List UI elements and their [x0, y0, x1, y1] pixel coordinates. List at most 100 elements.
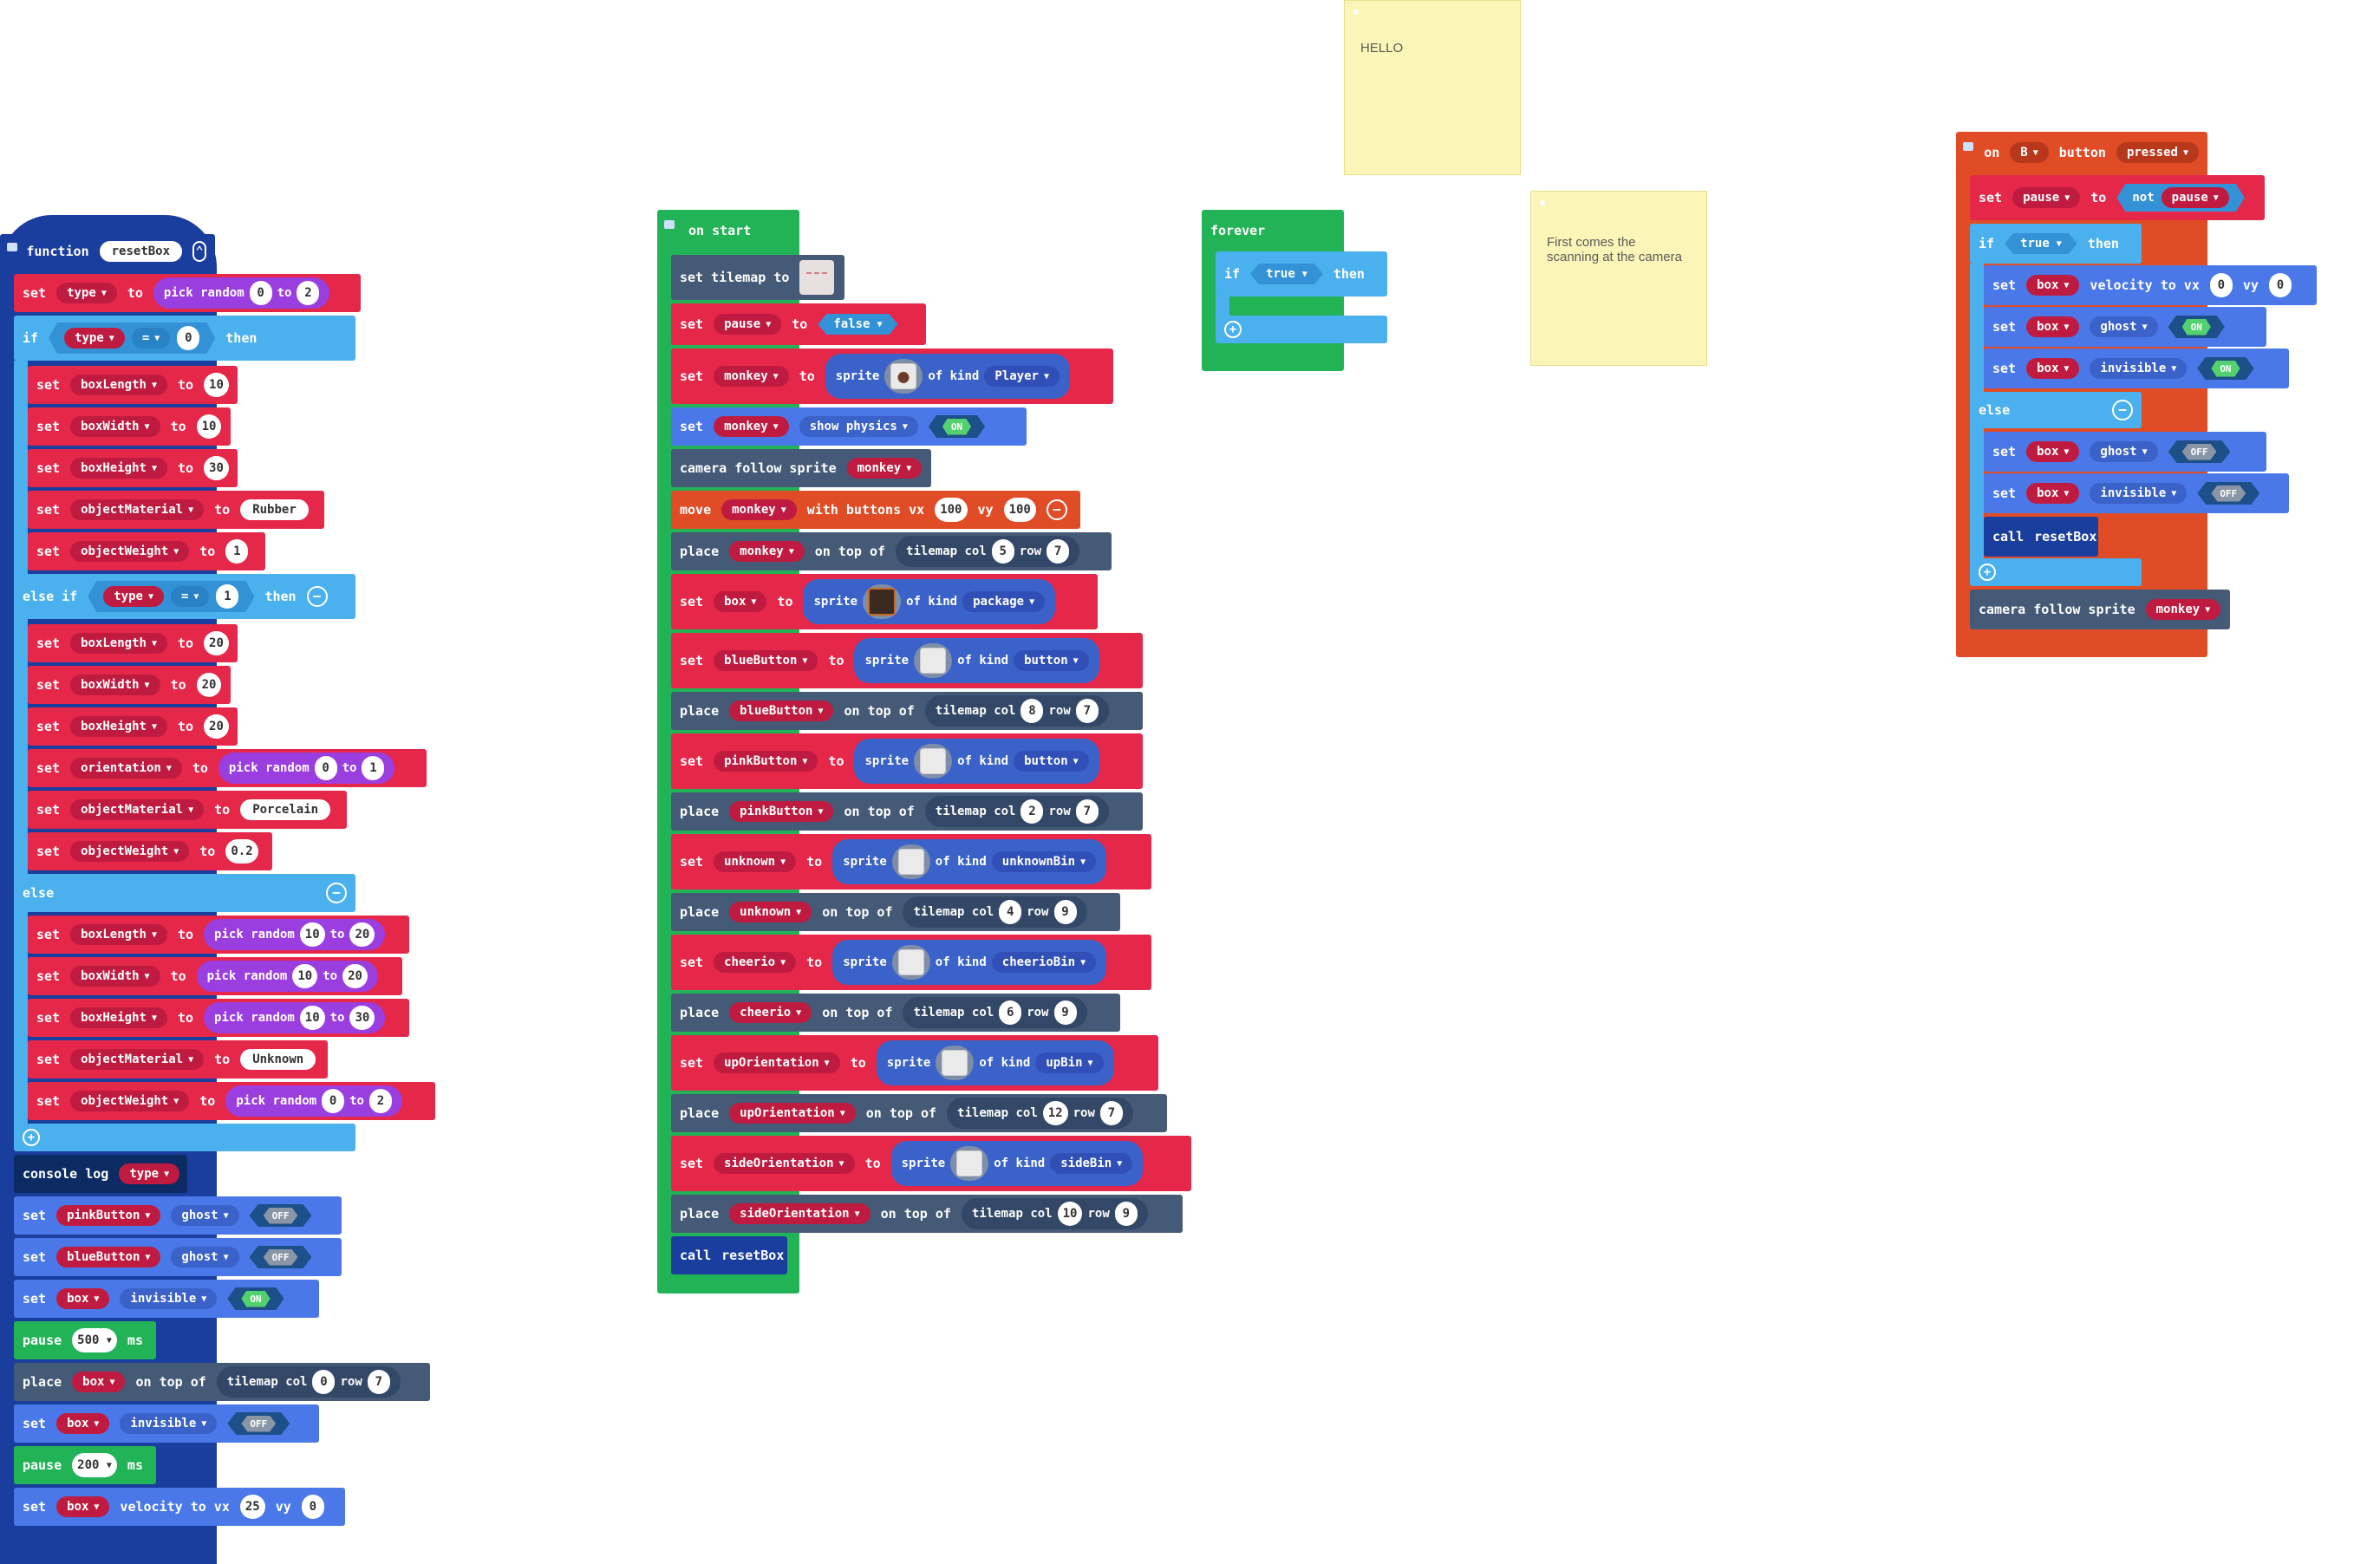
set-objectweight-block[interactable]: set objectWeight ▼ to 1	[28, 532, 265, 570]
set-ghost-block[interactable]: set pinkButton ▼ ghost ▼ OFF	[14, 1196, 342, 1235]
camera-follow-block[interactable]: camera follow sprite monkey ▼	[671, 449, 931, 487]
set-type-block[interactable]: set type ▼ to pick random 0 to 2	[14, 274, 361, 312]
on-button-header[interactable]: on B ▼ button pressed ▼	[1956, 135, 2207, 170]
add-branch-icon[interactable]: +	[23, 1129, 40, 1146]
if-header[interactable]: if true ▼ then	[1970, 224, 2142, 264]
else-header[interactable]: else −	[1970, 392, 2142, 428]
not-block[interactable]: not pause ▼	[2116, 184, 2244, 212]
boolean-dropdown[interactable]: false ▼	[818, 314, 897, 335]
variable-dropdown[interactable]: type ▼	[56, 283, 117, 303]
console-log-block[interactable]: console log type ▼	[14, 1155, 187, 1193]
set-box-sprite-block[interactable]: set box ▼ to sprite of kind package ▼	[671, 574, 1098, 629]
set-objectweight-block[interactable]: set objectWeight ▼ to pick random 0 to 2	[28, 1082, 435, 1120]
remove-branch-icon[interactable]: −	[306, 586, 328, 607]
place-pinkbutton-block[interactable]: place pinkButton ▼ on top of tilemap col 2 row…	[671, 792, 1143, 831]
set-ghost-block[interactable]: set blueButton ▼ ghost ▼ OFF	[14, 1238, 342, 1276]
sticky-note-hello[interactable]: HELLO	[1344, 0, 1521, 175]
if-footer[interactable]: +	[1216, 316, 1387, 343]
comment-icon[interactable]	[1963, 142, 1973, 151]
set-ghost-block[interactable]: set box ▼ ghost ▼ ON	[1984, 307, 2266, 347]
sticky-note-camera[interactable]: First comes the scanning at the camera	[1530, 191, 1707, 366]
else-if-header[interactable]: else if type ▼ = ▼ 1 then −	[14, 574, 355, 619]
on-start-header[interactable]: on start	[657, 213, 799, 248]
camera-follow-block[interactable]: camera follow sprite monkey ▼	[1970, 590, 2230, 629]
if-footer[interactable]: +	[14, 1124, 355, 1151]
toggle-on[interactable]: ON	[227, 1287, 284, 1310]
set-objectmaterial-block[interactable]: set objectMaterial ▼ to Porcelain	[28, 791, 347, 829]
add-branch-icon[interactable]: +	[1224, 321, 1242, 338]
compare-block[interactable]: type ▼ = ▼ 0	[49, 323, 215, 354]
toggle-off[interactable]: OFF	[249, 1204, 312, 1227]
set-sideorientation-block[interactable]: set sideOrientation ▼ to sprite of kind sideBi…	[671, 1136, 1191, 1191]
set-boxlength-block[interactable]: set boxLength ▼ to 10	[28, 366, 238, 404]
pause-block[interactable]: pause 500 ▼ ms	[14, 1321, 156, 1359]
set-boxwidth-block[interactable]: set boxWidth ▼ to pick random 10 to 20	[28, 957, 402, 995]
set-boxwidth-block[interactable]: set boxWidth ▼ to 20	[28, 666, 231, 704]
collapse-icon[interactable]: −	[1046, 499, 1067, 520]
boolean-dropdown[interactable]: true ▼	[1250, 264, 1323, 284]
set-boxheight-block[interactable]: set boxHeight ▼ to 20	[28, 707, 238, 746]
set-bluebutton-block[interactable]: set blueButton ▼ to sprite of kind button ▼	[671, 633, 1143, 688]
if-header[interactable]: if type ▼ = ▼ 0 then	[14, 316, 355, 361]
comment-icon[interactable]	[7, 243, 17, 251]
toggle-on[interactable]: ON	[2168, 316, 2225, 338]
add-branch-icon[interactable]: +	[1979, 564, 1996, 581]
set-objectweight-block[interactable]: set objectWeight ▼ to 0.2	[28, 832, 272, 870]
else-header[interactable]: else −	[14, 874, 355, 912]
pick-random-block[interactable]: pick random 0 to 2	[153, 277, 330, 309]
note-handle-icon[interactable]	[1540, 200, 1545, 205]
toggle-off[interactable]: OFF	[249, 1246, 312, 1268]
set-boxheight-block[interactable]: set boxHeight ▼ to 30	[28, 449, 238, 487]
set-velocity-block[interactable]: set box ▼ velocity to vx 0 vy 0	[1984, 265, 2317, 305]
show-physics-block[interactable]: set monkey ▼ show physics ▼ ON	[671, 407, 1027, 446]
set-orientation-block[interactable]: set orientation ▼ to pick random 0 to 1	[28, 749, 427, 787]
set-objectmaterial-block[interactable]: set objectMaterial ▼ to Rubber	[28, 491, 324, 529]
place-sideorientation-block[interactable]: place sideOrientation ▼ on top of tilemap co…	[671, 1195, 1183, 1233]
if-footer[interactable]: +	[1970, 558, 2142, 586]
place-monkey-block[interactable]: place monkey ▼ on top of tilemap col 5 row 7	[671, 532, 1112, 570]
note-handle-icon[interactable]	[1353, 10, 1359, 15]
place-bluebutton-block[interactable]: place blueButton ▼ on top of tilemap col 8 row…	[671, 692, 1143, 730]
set-cheerio-block[interactable]: set cheerio ▼ to sprite of kind cheerioBin ▼	[671, 935, 1151, 990]
collapse-icon[interactable]: ⌃	[192, 241, 206, 262]
set-pinkbutton-block[interactable]: set pinkButton ▼ to sprite of kind button ▼	[671, 733, 1143, 789]
toggle-on[interactable]: ON	[2197, 357, 2254, 380]
function-name[interactable]: resetBox	[99, 241, 183, 262]
sprite-image[interactable]	[936, 1046, 975, 1080]
sprite-image[interactable]	[863, 584, 902, 619]
sprite-image[interactable]	[914, 744, 953, 779]
comment-icon[interactable]	[664, 220, 675, 229]
if-header[interactable]: if true ▼ then	[1216, 251, 1387, 297]
set-velocity-block[interactable]: set box ▼ velocity to vx 25 vy 0	[14, 1488, 345, 1526]
set-ghost-block[interactable]: set box ▼ ghost ▼ OFF	[1984, 432, 2266, 472]
remove-branch-icon[interactable]: −	[2112, 400, 2133, 420]
set-invisible-block[interactable]: set box ▼ invisible ▼ OFF	[1984, 473, 2289, 513]
sprite-image[interactable]	[884, 359, 923, 394]
sprite-image[interactable]	[891, 945, 930, 980]
pause-block[interactable]: pause 200 ▼ ms	[14, 1446, 156, 1484]
set-monkey-sprite-block[interactable]: set monkey ▼ to sprite of kind Player ▼	[671, 349, 1113, 404]
call-resetbox-block[interactable]: call resetBox	[1984, 517, 2098, 557]
set-invisible-block[interactable]: set box ▼ invisible ▼ ON	[14, 1280, 319, 1318]
sprite-image[interactable]	[950, 1146, 989, 1181]
set-objectmaterial-block[interactable]: set objectMaterial ▼ to Unknown	[28, 1040, 328, 1079]
set-boxlength-block[interactable]: set boxLength ▼ to 20	[28, 624, 238, 662]
toggle-off[interactable]: OFF	[2197, 482, 2260, 505]
set-tilemap-block[interactable]: set tilemap to	[671, 255, 844, 300]
set-unknown-block[interactable]: set unknown ▼ to sprite of kind unknownBin ▼	[671, 834, 1151, 890]
place-uporientation-block[interactable]: place upOrientation ▼ on top of tilemap col 1…	[671, 1094, 1167, 1132]
set-boxheight-block[interactable]: set boxHeight ▼ to pick random 10 to 30	[28, 999, 409, 1037]
forever-header[interactable]: forever	[1202, 213, 1344, 248]
set-pause-not-block[interactable]: set pause ▼ to not pause ▼	[1970, 175, 2265, 220]
toggle-off[interactable]: OFF	[227, 1412, 290, 1435]
sprite-image[interactable]	[914, 643, 953, 678]
sprite-image[interactable]	[891, 844, 930, 879]
set-pause-block[interactable]: set pause ▼ to false ▼	[671, 303, 926, 345]
toggle-on[interactable]: ON	[928, 415, 986, 438]
set-uporientation-block[interactable]: set upOrientation ▼ to sprite of kind upBin ▼	[671, 1035, 1158, 1091]
call-resetbox-block[interactable]: call resetBox	[671, 1236, 787, 1274]
set-invisible-block[interactable]: set box ▼ invisible ▼ OFF	[14, 1404, 319, 1443]
compare-block[interactable]: type ▼ = ▼ 1	[88, 581, 254, 612]
tilemap-thumbnail[interactable]	[799, 260, 835, 295]
move-with-buttons-block[interactable]: move monkey ▼ with buttons vx 100 vy 100−	[671, 491, 1080, 529]
